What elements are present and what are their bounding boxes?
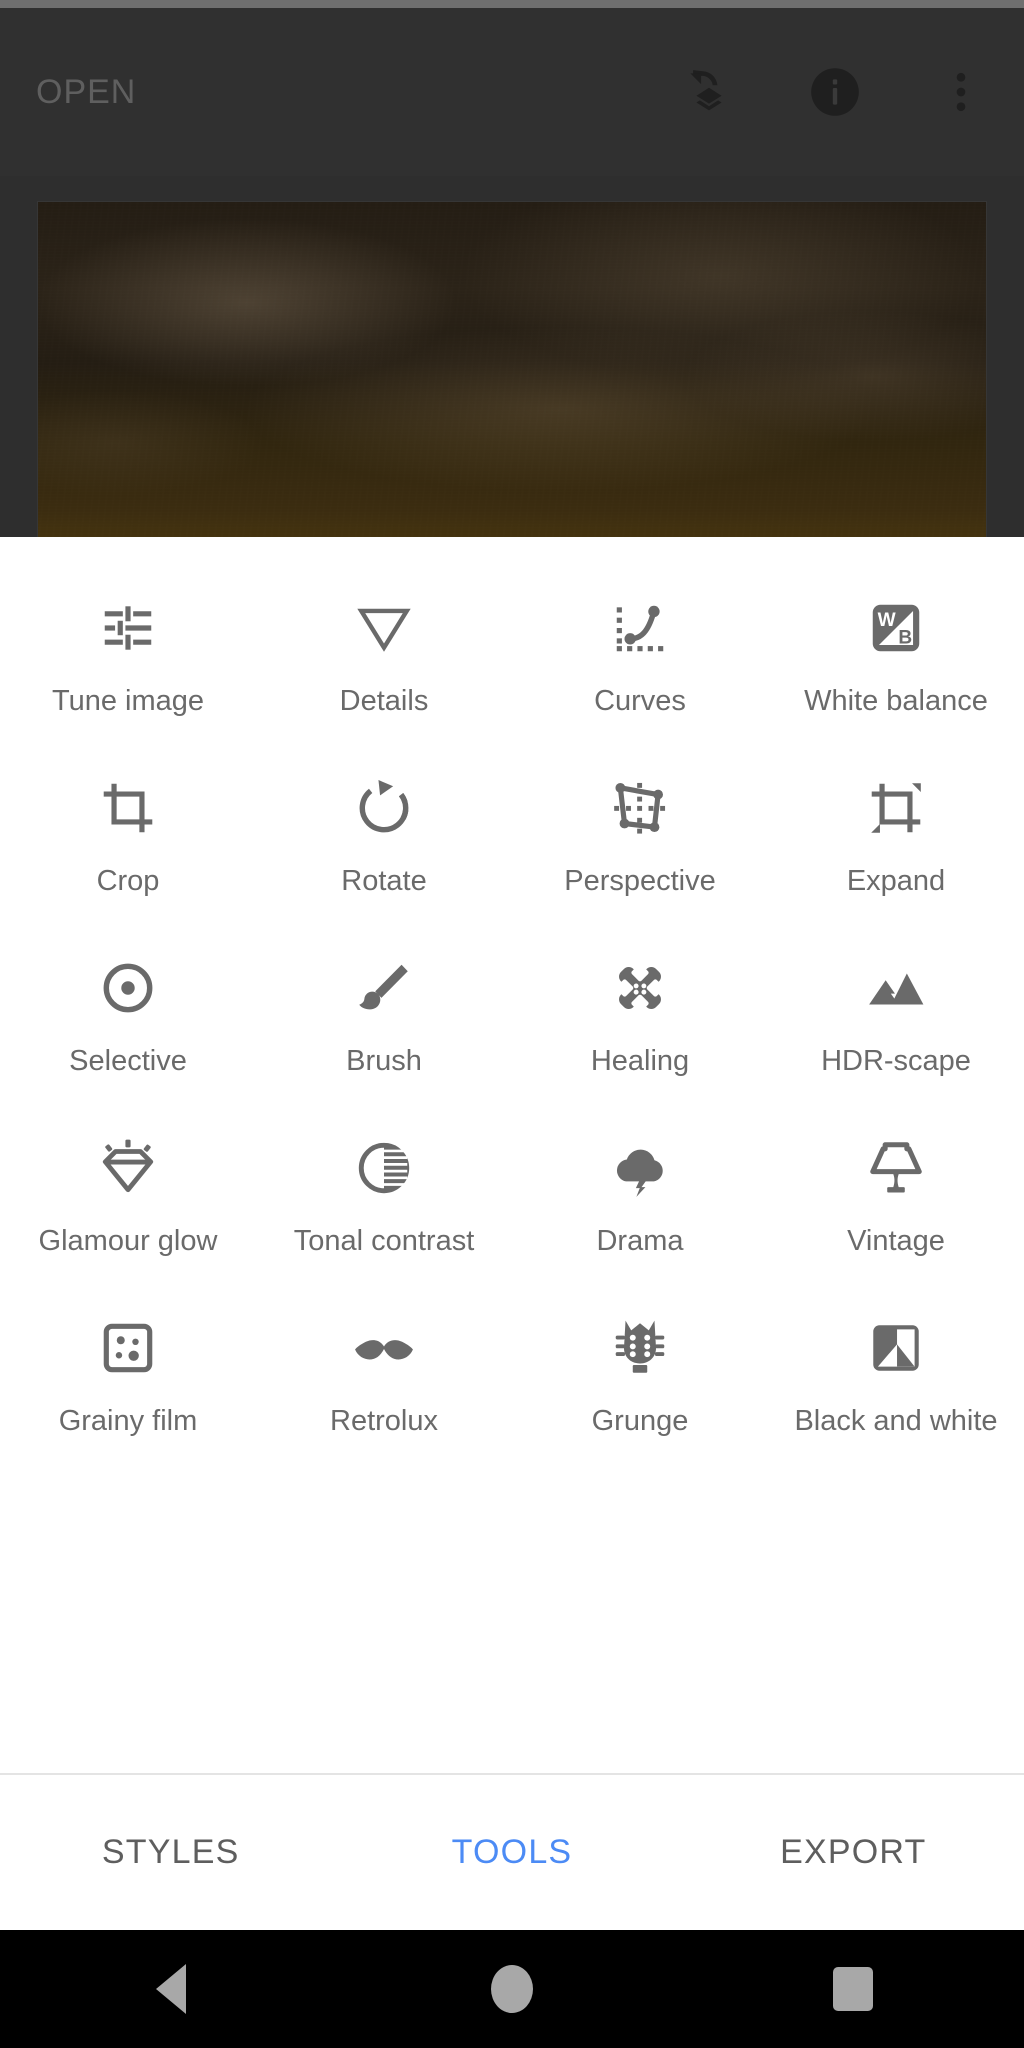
tool-crop[interactable]: Crop — [0, 765, 256, 945]
mustache-icon — [353, 1305, 415, 1391]
android-nav-bar — [0, 1930, 1024, 2048]
tool-drama[interactable]: Drama — [512, 1125, 768, 1305]
tool-hdr-scape[interactable]: HDR-scape — [768, 945, 1024, 1125]
nav-back-button[interactable] — [111, 1930, 231, 2048]
tab-export[interactable]: EXPORT — [683, 1833, 1024, 1872]
storm-cloud-icon — [609, 1125, 671, 1211]
sliders-icon — [97, 585, 159, 671]
tool-glamour-glow[interactable]: Glamour glow — [0, 1125, 256, 1305]
tool-brush[interactable]: Brush — [256, 945, 512, 1125]
home-circle-icon — [490, 1965, 533, 2013]
tool-rotate[interactable]: Rotate — [256, 765, 512, 945]
contrast-circle-icon — [353, 1125, 415, 1211]
svg-text:W: W — [878, 610, 897, 631]
tool-label: Curves — [594, 685, 686, 717]
tool-label: Details — [339, 685, 429, 717]
recents-square-icon — [833, 1967, 874, 2011]
tool-label: Expand — [846, 865, 946, 897]
tool-label: Tune image — [51, 685, 205, 717]
undo-stack-icon[interactable] — [672, 55, 746, 129]
curves-icon — [609, 585, 671, 671]
expand-icon — [865, 765, 927, 851]
crop-icon — [97, 765, 159, 851]
tool-label: Drama — [596, 1225, 684, 1257]
guitar-headstock-icon — [609, 1305, 671, 1391]
tools-sheet: Tune image Details Curves W B White bala… — [0, 537, 1024, 1769]
app-bar-actions — [672, 55, 998, 129]
tool-vintage[interactable]: Vintage — [768, 1125, 1024, 1305]
tool-label: Grunge — [591, 1405, 689, 1437]
gem-sparkle-icon — [97, 1125, 159, 1211]
svg-text:B: B — [898, 628, 912, 649]
table-lamp-icon — [865, 1125, 927, 1211]
tool-black-and-white[interactable]: Black and white — [768, 1305, 1024, 1485]
snapseed-screen: OPEN Tune image Details Curves W B White… — [0, 0, 1024, 2048]
paintbrush-icon — [353, 945, 415, 1031]
nav-recents-button[interactable] — [793, 1930, 913, 2048]
tool-expand[interactable]: Expand — [768, 765, 1024, 945]
grain-dots-icon — [97, 1305, 159, 1391]
tool-white-balance[interactable]: W B White balance — [768, 585, 1024, 765]
tool-tune-image[interactable]: Tune image — [0, 585, 256, 765]
tool-retrolux[interactable]: Retrolux — [256, 1305, 512, 1485]
triangle-down-icon — [353, 585, 415, 671]
tool-details[interactable]: Details — [256, 585, 512, 765]
tool-label: Retrolux — [330, 1405, 438, 1437]
bottom-tab-bar: STYLES TOOLS EXPORT — [0, 1775, 1024, 1930]
tool-grainy-film[interactable]: Grainy film — [0, 1305, 256, 1485]
tool-label: Vintage — [847, 1225, 945, 1257]
tool-label: Healing — [590, 1045, 690, 1077]
image-preview[interactable] — [38, 202, 986, 537]
tool-label: Tonal contrast — [293, 1225, 475, 1257]
perspective-icon — [609, 765, 671, 851]
selective-target-icon — [97, 945, 159, 1031]
tools-grid: Tune image Details Curves W B White bala… — [0, 537, 1024, 1485]
tool-label: Brush — [346, 1045, 422, 1077]
tool-label: Black and white — [794, 1405, 998, 1437]
tool-label: White balance — [804, 685, 988, 717]
tool-tonal-contrast[interactable]: Tonal contrast — [256, 1125, 512, 1305]
tool-label: Rotate — [341, 865, 427, 897]
mountains-icon — [865, 945, 927, 1031]
tool-healing[interactable]: Healing — [512, 945, 768, 1125]
tool-label: Grainy film — [58, 1405, 198, 1437]
tool-label: HDR-scape — [821, 1045, 971, 1077]
tool-curves[interactable]: Curves — [512, 585, 768, 765]
preview-grain-overlay — [38, 202, 986, 537]
tool-label: Perspective — [564, 865, 716, 897]
status-strip — [0, 0, 1024, 8]
tool-label: Selective — [69, 1045, 187, 1077]
tab-styles[interactable]: STYLES — [0, 1833, 341, 1872]
tool-label: Crop — [96, 865, 160, 897]
tool-grunge[interactable]: Grunge — [512, 1305, 768, 1485]
rotate-icon — [353, 765, 415, 851]
bandage-cross-icon — [609, 945, 671, 1031]
overflow-menu-icon[interactable] — [924, 55, 998, 129]
tool-perspective[interactable]: Perspective — [512, 765, 768, 945]
white-balance-icon: W B — [865, 585, 927, 671]
open-button[interactable]: OPEN — [36, 75, 136, 109]
info-icon[interactable] — [798, 55, 872, 129]
nav-home-button[interactable] — [452, 1930, 572, 2048]
app-bar: OPEN — [0, 8, 1024, 176]
bw-square-icon — [865, 1305, 927, 1391]
tool-selective[interactable]: Selective — [0, 945, 256, 1125]
tool-label: Glamour glow — [38, 1225, 218, 1257]
back-triangle-icon — [155, 1964, 186, 2014]
tab-tools[interactable]: TOOLS — [341, 1833, 682, 1872]
